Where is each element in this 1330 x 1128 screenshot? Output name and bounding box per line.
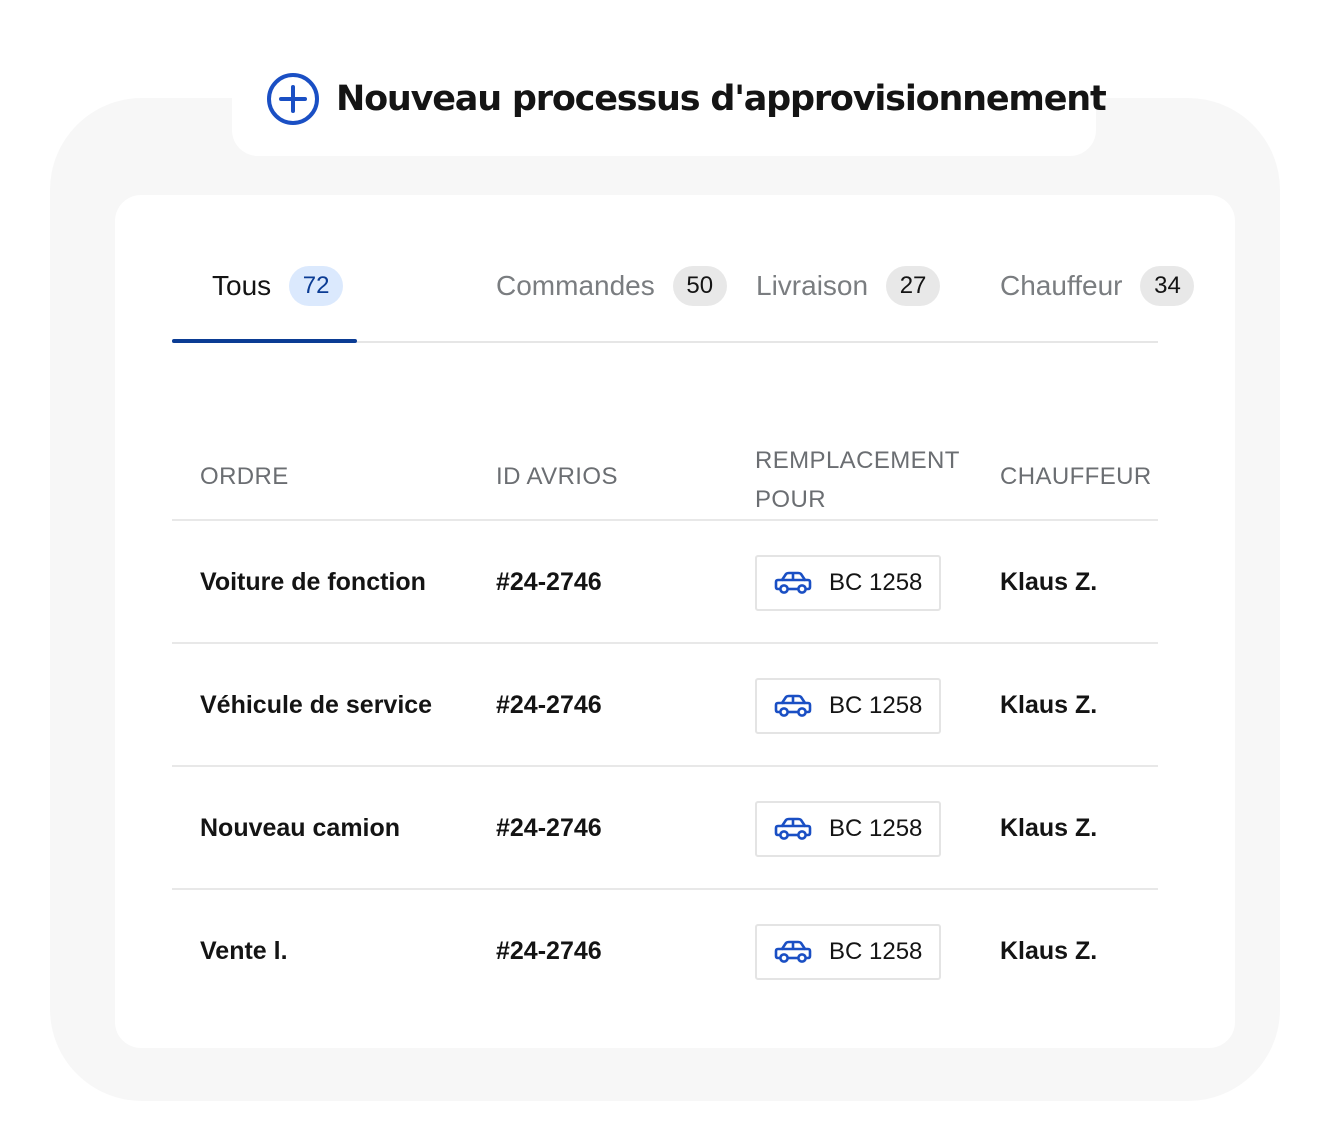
row-divider xyxy=(172,642,1158,644)
tab-label: Livraison xyxy=(756,270,869,301)
active-tab-indicator xyxy=(172,339,357,343)
column-header-remplacement[interactable]: REMPLACEMENT xyxy=(755,441,960,481)
tab-count-badge: 34 xyxy=(1140,266,1195,306)
column-header-id-avrios[interactable]: ID AVRIOS xyxy=(496,457,618,497)
cell-chauffeur[interactable]: Klaus Z. xyxy=(1000,689,1097,721)
car-icon xyxy=(773,816,813,842)
tab-label: Chauffeur xyxy=(1000,270,1123,301)
cell-id[interactable]: #24-2746 xyxy=(496,566,602,598)
vehicle-chip[interactable]: BC 1258 xyxy=(755,555,941,611)
cell-id[interactable]: #24-2746 xyxy=(496,935,602,967)
plus-circle-icon[interactable] xyxy=(266,72,320,126)
vehicle-chip[interactable]: BC 1258 xyxy=(755,678,941,734)
tab-livraison[interactable]: Livraison 27 xyxy=(756,264,941,308)
tab-chauffeur[interactable]: Chauffeur 34 xyxy=(1000,264,1195,308)
tab-tous[interactable]: Tous 72 xyxy=(212,264,344,308)
vehicle-chip[interactable]: BC 1258 xyxy=(755,924,941,980)
tab-label: Tous xyxy=(212,270,272,301)
vehicle-plate: BC 1258 xyxy=(829,569,923,596)
cell-ordre[interactable]: Voiture de fonction xyxy=(200,566,426,598)
vehicle-plate: BC 1258 xyxy=(829,938,923,965)
vehicle-plate: BC 1258 xyxy=(829,815,923,842)
row-divider xyxy=(172,765,1158,767)
car-icon xyxy=(773,570,813,596)
tab-count-badge: 72 xyxy=(289,266,344,306)
cell-ordre[interactable]: Nouveau camion xyxy=(200,812,400,844)
tab-label: Commandes xyxy=(496,270,655,301)
column-header-ordre[interactable]: ORDRE xyxy=(200,457,289,497)
page-title: Nouveau processus d'approvisionnement xyxy=(336,79,1107,119)
tab-commandes[interactable]: Commandes 50 xyxy=(496,264,727,308)
cell-id[interactable]: #24-2746 xyxy=(496,689,602,721)
cell-ordre[interactable]: Vente l. xyxy=(200,935,288,967)
header-divider xyxy=(172,519,1158,521)
stage: Nouveau processus d'approvisionnement To… xyxy=(0,0,1330,1128)
table-card xyxy=(115,195,1235,1048)
vehicle-chip[interactable]: BC 1258 xyxy=(755,801,941,857)
cell-chauffeur[interactable]: Klaus Z. xyxy=(1000,935,1097,967)
cell-chauffeur[interactable]: Klaus Z. xyxy=(1000,812,1097,844)
cell-ordre[interactable]: Véhicule de service xyxy=(200,689,432,721)
tab-count-badge: 50 xyxy=(672,266,727,306)
cell-chauffeur[interactable]: Klaus Z. xyxy=(1000,566,1097,598)
column-header-chauffeur[interactable]: CHAUFFEUR xyxy=(1000,457,1152,497)
vehicle-plate: BC 1258 xyxy=(829,692,923,719)
row-divider xyxy=(172,888,1158,890)
car-icon xyxy=(773,939,813,965)
car-icon xyxy=(773,693,813,719)
column-header-pour[interactable]: POUR xyxy=(755,480,826,520)
header-title-row[interactable]: Nouveau processus d'approvisionnement xyxy=(266,72,1107,126)
tab-count-badge: 27 xyxy=(886,266,941,306)
cell-id[interactable]: #24-2746 xyxy=(496,812,602,844)
